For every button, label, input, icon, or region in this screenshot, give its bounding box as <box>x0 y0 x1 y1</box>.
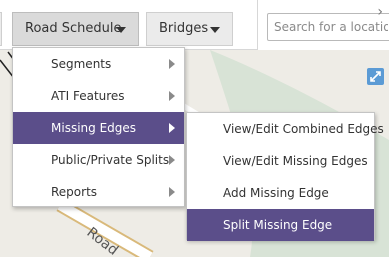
submenu-arrow-icon <box>169 91 175 101</box>
menu-item-public-private-splits[interactable]: Public/Private Splits <box>13 144 184 176</box>
submenu-item-label: Add Missing Edge <box>223 186 329 200</box>
bridges-tab[interactable]: Bridges <box>146 12 233 46</box>
submenu-item-split-missing-edge[interactable]: Split Missing Edge <box>187 209 374 241</box>
menu-item-label: ATI Features <box>51 89 125 103</box>
menu-item-missing-edges[interactable]: Missing Edges <box>13 112 184 144</box>
tab-previous[interactable] <box>0 12 2 46</box>
submenu-item-add-missing-edge[interactable]: Add Missing Edge <box>187 177 374 209</box>
menu-item-ati-features[interactable]: ATI Features <box>13 80 184 112</box>
caret-down-icon <box>116 27 126 33</box>
submenu-item-view-edit-missing-edges[interactable]: View/Edit Missing Edges <box>187 145 374 177</box>
menu-item-label: Public/Private Splits <box>51 153 170 167</box>
submenu-arrow-icon <box>169 155 175 165</box>
menu-item-reports[interactable]: Reports <box>13 176 184 208</box>
menu-item-label: Reports <box>51 185 98 199</box>
chevron-right-icon[interactable]: › <box>377 4 383 20</box>
caret-down-icon <box>210 27 220 33</box>
road-schedule-label: Road Schedule <box>25 21 122 36</box>
submenu-arrow-icon <box>169 187 175 197</box>
search-input[interactable] <box>267 13 389 41</box>
menu-item-label: Segments <box>51 57 112 71</box>
submenu-arrow-icon <box>169 123 175 133</box>
bridges-label: Bridges <box>159 21 209 36</box>
expand-arrows-icon[interactable] <box>367 68 384 85</box>
missing-edges-submenu: View/Edit Combined Edges View/Edit Missi… <box>186 112 384 241</box>
submenu-arrow-icon <box>169 59 175 69</box>
road-schedule-menu: Segments ATI Features Missing Edges Publ… <box>12 47 185 207</box>
road-schedule-tab[interactable]: Road Schedule <box>12 12 139 46</box>
submenu-item-view-edit-combined-edges[interactable]: View/Edit Combined Edges <box>187 113 384 145</box>
submenu-item-label: View/Edit Combined Edges <box>223 122 384 136</box>
app-stage: Road Road Schedule Bridges › Segments AT… <box>0 0 389 257</box>
menu-item-segments[interactable]: Segments <box>13 48 184 80</box>
search-panel: › <box>257 0 389 50</box>
menu-item-label: Missing Edges <box>51 121 137 135</box>
submenu-item-label: Split Missing Edge <box>223 218 333 232</box>
submenu-item-label: View/Edit Missing Edges <box>223 154 368 168</box>
